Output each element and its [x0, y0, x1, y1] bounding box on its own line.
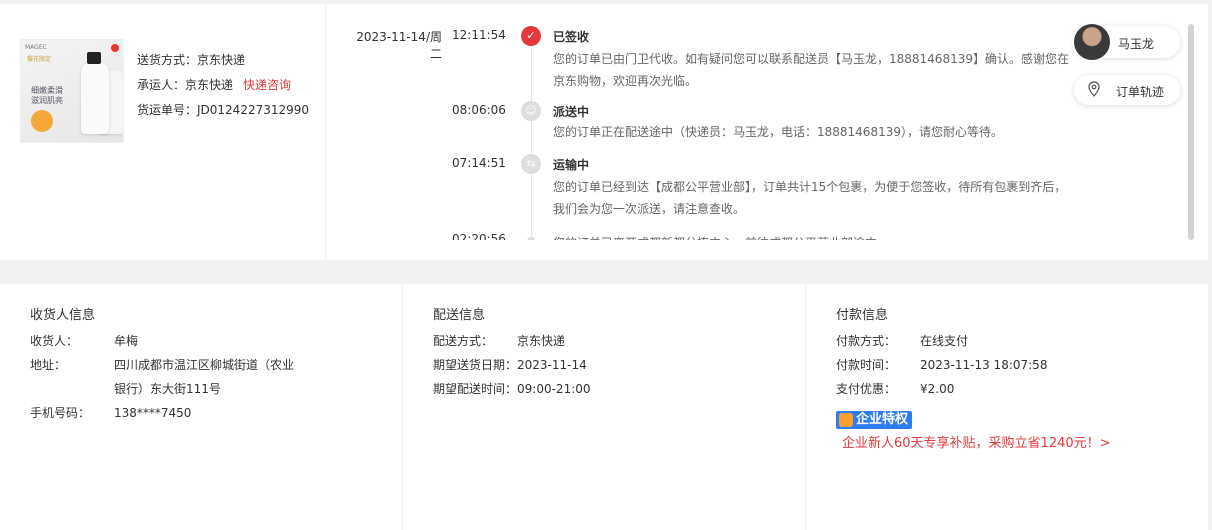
courier-icon: ☺ [521, 101, 541, 121]
red-dot-badge [111, 44, 119, 52]
enterprise-privilege-badge[interactable]: 企业特权 [836, 411, 913, 429]
payment-discount: ¥2.00 [920, 382, 955, 396]
product-brand: MAGEC [25, 44, 47, 51]
delivery-title: 配送信息 [433, 308, 486, 323]
product-thumbnail[interactable]: MAGEC 樱花限定 细嫩柔滑 滋润肌亮 [20, 39, 124, 143]
enterprise-promo-link[interactable]: 企业新人60天专享补贴，采购立省1240元！> [842, 432, 1111, 451]
event-desc: 您的订单已经到达【成都公平营业部】，订单共计15个包裹，为便于您签收，待所有包裹… [553, 180, 1067, 216]
shopping-bag-icon [839, 413, 853, 427]
delivery-method-label: 配送方式： [433, 334, 494, 348]
order-info-panel: 收货人信息 收货人： 牟梅 地址： 四川成都市温江区柳城街道（农业银行）东大街11… [0, 284, 1208, 530]
carrier: 承运人：京东快递 [137, 78, 234, 92]
check-icon: ✓ [521, 26, 541, 46]
payment-time: 2023-11-13 18:07:58 [920, 358, 1048, 372]
event-status: 已签收 [553, 30, 590, 44]
delivery-info: 配送信息 配送方式： 京东快递 期望送货日期：2023-11-14 期望配送时间：… [403, 284, 806, 530]
logistics-panel: MAGEC 樱花限定 细嫩柔滑 滋润肌亮 送货方式：京东快递 承运人：京东快递快… [0, 4, 1208, 260]
receiver-phone-label: 手机号码： [30, 406, 91, 420]
truck-icon: ⇆ [521, 154, 541, 174]
ship-method: 送货方式：京东快递 [137, 53, 246, 67]
receiver-name: 牟梅 [114, 334, 139, 348]
receiver-address: 四川成都市温江区柳城街道（农业银行）东大街111号 [114, 358, 295, 396]
delivery-date-row: 期望送货日期：2023-11-14 [433, 353, 587, 377]
product-tagline: 细嫩柔滑 滋润肌亮 [31, 86, 63, 105]
payment-discount-label: 支付优惠： [836, 382, 897, 396]
shipment-info: 送货方式：京东快递 承运人：京东快递 快递咨询 货运单号：JD0124227312… [137, 48, 309, 123]
event-desc: 您的订单已由门卫代收。如有疑问您可以联系配送员【马玉龙，18881468139】… [553, 52, 1069, 88]
tracking-timeline[interactable]: 2023-11-14/周二 12:11:54 ✓ 已签收 您的订单已由门卫代收。… [326, 4, 1186, 240]
order-track-label: 订单轨迹 [1116, 85, 1165, 99]
receiver-phone: 138****7450 [114, 406, 192, 420]
orange-badge [31, 110, 53, 132]
payment-title: 付款信息 [836, 308, 889, 323]
payment-time-row: 付款时间： 2023-11-13 18:07:58 [836, 353, 1047, 377]
delivery-date-label: 期望送货日期： [433, 358, 518, 372]
payment-time-label: 付款时间： [836, 358, 897, 372]
event-status: 运输中 [553, 158, 590, 172]
delivery-time: 09:00-21:00 [517, 382, 591, 396]
courier-consult-link[interactable]: 快递咨询 [243, 78, 291, 92]
payment-method: 在线支付 [920, 334, 969, 348]
event-time: 08:06:06 [452, 103, 506, 117]
delivery-time-row: 期望配送时间：09:00-21:00 [433, 377, 591, 401]
timeline-scrollbar[interactable] [1188, 24, 1194, 240]
timeline-line [531, 34, 532, 240]
carrier-row: 承运人：京东快递 快递咨询 [137, 73, 309, 98]
pump-cap-image [87, 52, 101, 64]
tracking-number: 货运单号：JD0124227312990 [137, 103, 310, 117]
package-summary: MAGEC 樱花限定 细嫩柔滑 滋润肌亮 送货方式：京东快递 承运人：京东快递快… [0, 4, 326, 260]
delivery-method: 京东快递 [517, 334, 566, 348]
courier-contact-button[interactable]: 马玉龙 [1072, 22, 1180, 62]
receiver-name-label: 收货人： [30, 334, 79, 348]
product-crown-text: 樱花限定 [27, 56, 52, 63]
receiver-info: 收货人信息 收货人： 牟梅 地址： 四川成都市温江区柳城街道（农业银行）东大街11… [0, 284, 403, 530]
dot-icon [527, 237, 535, 240]
event-date: 2023-11-14/周二 [356, 30, 442, 61]
scrollbar-thumb[interactable] [1188, 24, 1194, 240]
event-desc: 您的订单已离开成都新都分拣中心，前往成都公平营业部途中 [553, 232, 1073, 240]
payment-info: 付款信息 付款方式： 在线支付 付款时间： 2023-11-13 18:07:58 … [806, 284, 1208, 530]
payment-method-label: 付款方式： [836, 334, 897, 348]
receiver-addr-label: 地址： [30, 358, 67, 372]
delivery-date: 2023-11-14 [517, 358, 587, 372]
event-status: 派送中 [553, 105, 590, 119]
location-pin-icon [1088, 81, 1100, 97]
event-time: 02:20:56 [452, 232, 506, 240]
receiver-name-row: 收货人： 牟梅 [30, 329, 138, 353]
payment-method-row: 付款方式： 在线支付 [836, 329, 968, 353]
event-time: 12:11:54 [452, 28, 506, 42]
bottle-image [81, 62, 109, 134]
delivery-method-row: 配送方式： 京东快递 [433, 329, 565, 353]
courier-avatar [1072, 22, 1112, 62]
enterprise-tag-label: 企业特权 [856, 412, 909, 427]
payment-discount-row: 支付优惠： ¥2.00 [836, 377, 954, 401]
order-track-button[interactable]: 订单轨迹 [1074, 75, 1180, 105]
event-time: 07:14:51 [452, 156, 506, 170]
event-desc: 您的订单正在配送途中（快递员：马玉龙，电话：18881468139），请您耐心等… [553, 125, 1003, 139]
receiver-title: 收货人信息 [30, 308, 96, 323]
courier-name: 马玉龙 [1118, 37, 1155, 51]
receiver-phone-row: 手机号码： 138****7450 [30, 401, 191, 425]
delivery-time-label: 期望配送时间： [433, 382, 518, 396]
